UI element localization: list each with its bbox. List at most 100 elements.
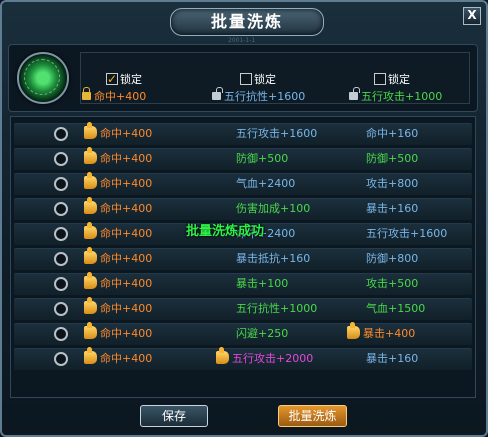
window-title: 批量洗炼 xyxy=(170,8,324,36)
row-select-radio[interactable] xyxy=(54,352,68,366)
attribute-cell-1: 命中+400 xyxy=(84,322,153,345)
attribute-text: 五行抗性+1000 xyxy=(236,302,318,315)
attribute-cell-3: 暴击+160 xyxy=(366,198,418,220)
attribute-text: 五行攻击+1600 xyxy=(236,127,318,140)
thumbs-up-icon xyxy=(84,172,97,189)
attribute-cell-1: 命中+400 xyxy=(84,247,152,270)
attribute-text: 攻击+500 xyxy=(366,277,419,290)
checkbox[interactable] xyxy=(240,72,252,85)
attribute-cell-2: 五行抗性+1000 xyxy=(236,298,317,320)
locked-attribute-3: 五行攻击+1000 xyxy=(349,87,443,104)
thumbs-up-icon xyxy=(84,122,97,139)
attribute-text: 命中+400 xyxy=(100,127,153,140)
attribute-cell-2: 暴击抵抗+160 xyxy=(236,248,310,270)
attribute-text: 命中+400 xyxy=(100,327,153,340)
attribute-cell-2: 五行攻击+2000 xyxy=(216,347,314,370)
attribute-cell-3: 暴击+160 xyxy=(366,348,418,370)
attribute-cell-3: 命中+160 xyxy=(366,123,418,145)
attribute-cell-1: 命中+400 xyxy=(84,197,153,220)
attribute-text: 五行攻击+1000 xyxy=(361,90,443,103)
attribute-text: 伤害加成+100 xyxy=(236,202,311,215)
attribute-cell-1: 命中+400 xyxy=(84,172,152,195)
attribute-text: 暴击+400 xyxy=(363,327,416,340)
row-select-radio[interactable] xyxy=(54,177,68,191)
lock-open-icon xyxy=(212,87,223,100)
row-select-radio[interactable] xyxy=(54,227,68,241)
thumbs-up-icon xyxy=(347,322,360,339)
close-button[interactable]: X xyxy=(463,7,481,25)
attribute-text: 命中+400 xyxy=(100,352,153,365)
attribute-cell-2: 闪避+250 xyxy=(236,323,288,345)
thumbs-up-icon xyxy=(84,222,97,239)
attribute-cell-3: 防御+500 xyxy=(366,148,418,170)
window-subtitle: 2001-1-1 xyxy=(228,37,256,44)
row-select-radio[interactable] xyxy=(54,302,68,316)
result-row[interactable]: 命中+400 伤害加成+100 暴击+160 xyxy=(14,197,472,220)
thumbs-up-icon xyxy=(84,272,97,289)
batch-refine-button[interactable]: 批量洗炼 xyxy=(278,405,347,427)
attribute-text: 命中+400 xyxy=(100,302,153,315)
thumbs-up-icon xyxy=(84,322,97,339)
row-select-radio[interactable] xyxy=(54,127,68,141)
row-select-radio[interactable] xyxy=(54,252,68,266)
attribute-text: 暴击抵抗+160 xyxy=(236,252,311,265)
attribute-text: 暴击+160 xyxy=(366,352,419,365)
attribute-text: 命中+400 xyxy=(100,202,153,215)
row-select-radio[interactable] xyxy=(54,277,68,291)
attribute-text: 防御+500 xyxy=(236,152,289,165)
orb-pattern xyxy=(24,59,60,95)
thumbs-up-icon xyxy=(84,247,97,264)
attribute-cell-2: 气血+2400 xyxy=(236,173,295,195)
row-select-radio[interactable] xyxy=(54,202,68,216)
lock-closed-icon xyxy=(82,87,91,100)
result-row[interactable]: 命中+400 防御+500 防御+500 xyxy=(14,147,472,170)
attribute-text: 暴击+160 xyxy=(366,202,419,215)
title-bar: 批量洗炼 2001-1-1 X xyxy=(2,2,486,44)
lock-checkbox-1[interactable]: ✓ 锁定 xyxy=(106,68,142,87)
checkbox[interactable]: ✓ xyxy=(106,72,118,85)
result-row[interactable]: 命中+400 五行攻击+1600 命中+160 xyxy=(14,122,472,145)
attribute-cell-2: 暴击+100 xyxy=(236,273,288,295)
lock-checkbox-3[interactable]: 锁定 xyxy=(374,68,410,87)
thumbs-up-icon xyxy=(84,297,97,314)
checkbox[interactable] xyxy=(374,72,386,85)
attribute-text: 闪避+250 xyxy=(236,327,289,340)
attribute-cell-1: 命中+400 xyxy=(84,297,153,320)
attribute-text: 五行攻击+1600 xyxy=(366,227,448,240)
attribute-cell-3: 防御+800 xyxy=(366,248,418,270)
result-row[interactable]: 命中+400 五行抗性+1000 气血+1500 xyxy=(14,297,472,320)
save-button[interactable]: 保存 xyxy=(140,405,208,427)
locked-attribute-2: 五行抗性+1600 xyxy=(212,87,306,104)
row-select-radio[interactable] xyxy=(54,152,68,166)
thumbs-up-icon xyxy=(84,197,97,214)
attribute-cell-2: 防御+500 xyxy=(236,148,288,170)
result-row[interactable]: 命中+400 暴击抵抗+160 防御+800 xyxy=(14,247,472,270)
lock-checkbox-2[interactable]: 锁定 xyxy=(240,68,276,87)
attribute-text: 防御+800 xyxy=(366,252,419,265)
attribute-text: 命中+400 xyxy=(100,227,153,240)
attribute-text: 五行抗性+1600 xyxy=(224,90,306,103)
result-row[interactable]: 命中+400 五行攻击+2000 暴击+160 xyxy=(14,347,472,370)
thumbs-up-icon xyxy=(84,147,97,164)
lock-label: 锁定 xyxy=(254,72,276,86)
result-row[interactable]: 命中+400 闪避+250 暴击+400 xyxy=(14,322,472,345)
attribute-cell-1: 命中+400 xyxy=(84,347,153,370)
attribute-cell-3: 五行攻击+1600 xyxy=(366,223,447,245)
attribute-cell-2: 五行攻击+1600 xyxy=(236,123,317,145)
attribute-text: 命中+400 xyxy=(94,90,147,103)
attribute-text: 防御+500 xyxy=(366,152,419,165)
result-row[interactable]: 命中+400 气血+2400 攻击+800 xyxy=(14,172,472,195)
attribute-cell-1: 命中+400 xyxy=(84,122,153,145)
thumbs-up-icon xyxy=(216,347,229,364)
lock-label: 锁定 xyxy=(388,72,410,86)
row-select-radio[interactable] xyxy=(54,327,68,341)
attribute-text: 五行攻击+2000 xyxy=(232,352,314,365)
result-row[interactable]: 命中+400 暴击+100 攻击+500 xyxy=(14,272,472,295)
attribute-text: 命中+400 xyxy=(100,152,153,165)
attribute-cell-3: 暴击+400 xyxy=(347,322,416,345)
attribute-cell-3: 攻击+800 xyxy=(366,173,418,195)
thumbs-up-icon xyxy=(84,347,97,364)
attribute-cell-3: 气血+1500 xyxy=(366,298,425,320)
attribute-cell-3: 攻击+500 xyxy=(366,273,418,295)
lock-label: 锁定 xyxy=(120,72,142,86)
